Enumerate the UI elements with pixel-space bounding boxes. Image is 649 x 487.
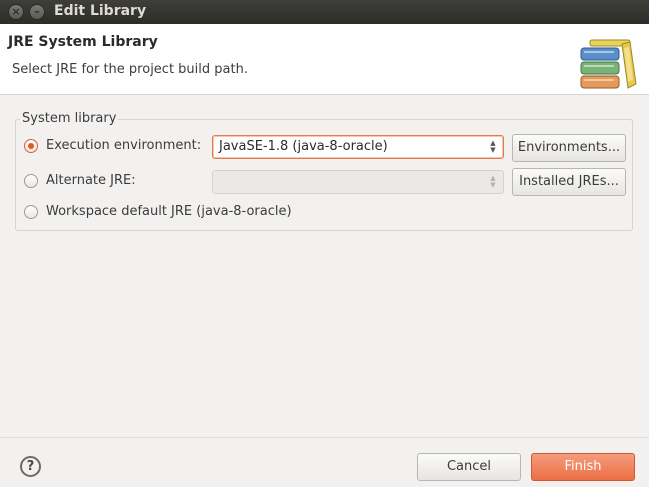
alternate-jre-combo: ▲ ▼	[212, 170, 504, 194]
execution-environment-value: JavaSE-1.8 (java-8-oracle)	[219, 139, 388, 154]
footer-divider	[0, 437, 649, 438]
close-icon[interactable]: ×	[8, 4, 24, 20]
window-titlebar: × – Edit Library	[0, 0, 649, 24]
installed-jres-button[interactable]: Installed JREs...	[512, 168, 626, 196]
combo-updown-icon: ▲ ▼	[490, 174, 496, 189]
execution-environment-radio[interactable]	[24, 139, 38, 153]
execution-environment-label[interactable]: Execution environment:	[46, 138, 201, 153]
cancel-button[interactable]: Cancel	[417, 453, 521, 481]
page-title: JRE System Library	[8, 34, 158, 50]
minimize-icon[interactable]: –	[29, 4, 45, 20]
help-icon[interactable]: ?	[20, 456, 41, 477]
finish-button[interactable]: Finish	[531, 453, 635, 481]
workspace-default-radio[interactable]	[24, 205, 38, 219]
system-library-legend: System library	[20, 111, 119, 126]
alternate-jre-radio[interactable]	[24, 174, 38, 188]
window-title: Edit Library	[54, 3, 147, 19]
books-library-icon	[580, 39, 637, 89]
execution-environment-combo[interactable]: JavaSE-1.8 (java-8-oracle) ▲ ▼	[212, 135, 504, 159]
dialog-header: JRE System Library Select JRE for the pr…	[0, 24, 649, 95]
alternate-jre-label[interactable]: Alternate JRE:	[46, 173, 136, 188]
workspace-default-label[interactable]: Workspace default JRE (java-8-oracle)	[46, 204, 292, 219]
page-description: Select JRE for the project build path.	[12, 62, 248, 77]
combo-updown-icon: ▲ ▼	[490, 139, 496, 154]
environments-button[interactable]: Environments...	[512, 134, 626, 162]
